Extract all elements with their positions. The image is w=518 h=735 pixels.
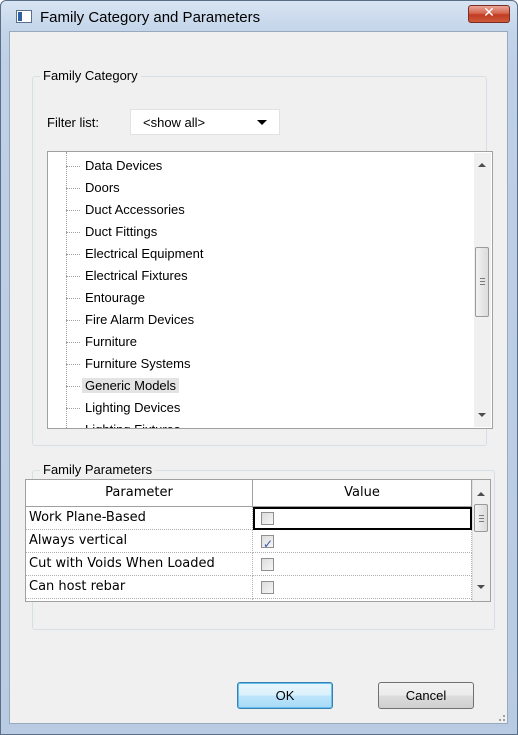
table-row: Always vertical ✓ bbox=[26, 530, 472, 553]
table-row: Cut with Voids When Loaded bbox=[26, 553, 472, 576]
parameter-name-cell: Can host rebar bbox=[26, 576, 253, 599]
parameter-checkbox[interactable]: ✓ bbox=[261, 535, 274, 551]
parameter-name-cell: Work Plane-Based bbox=[26, 507, 253, 530]
parameter-value-cell[interactable] bbox=[253, 507, 472, 530]
tree-connector bbox=[66, 188, 80, 189]
tree-connector bbox=[66, 166, 80, 167]
scroll-up-arrow-icon[interactable] bbox=[478, 163, 486, 167]
parameter-checkbox[interactable] bbox=[261, 558, 274, 571]
category-tree-scrollbar[interactable] bbox=[474, 153, 491, 427]
tree-item-label: Fire Alarm Devices bbox=[85, 312, 195, 327]
column-header-value[interactable]: Value bbox=[253, 480, 472, 507]
tree-item-label: Electrical Fixtures bbox=[85, 268, 188, 283]
tree-connector bbox=[66, 276, 80, 277]
tree-connector bbox=[66, 232, 80, 233]
ok-button[interactable]: OK bbox=[237, 682, 333, 709]
table-row: Can host rebar bbox=[26, 576, 472, 599]
close-icon: ✕ bbox=[483, 5, 495, 21]
tree-connector bbox=[66, 408, 80, 409]
column-header-parameter[interactable]: Parameter bbox=[26, 480, 253, 507]
dialog-client-area: Family Category Filter list: <show all> … bbox=[9, 31, 508, 724]
scroll-down-arrow-icon[interactable] bbox=[477, 585, 485, 589]
tree-connector bbox=[66, 320, 80, 321]
tree-item-label: Furniture bbox=[85, 334, 138, 349]
filter-list-value: <show all> bbox=[143, 115, 206, 130]
filter-list-label: Filter list: bbox=[47, 115, 99, 130]
table-row: Work Plane-Based bbox=[26, 507, 472, 530]
tree-item-label: Lighting Fixtures bbox=[82, 422, 183, 428]
family-category-group: Family Category Filter list: <show all> … bbox=[32, 68, 493, 446]
title-bar[interactable]: Family Category and Parameters ✕ bbox=[1, 1, 517, 31]
tree-connector bbox=[66, 254, 80, 255]
grip-icon bbox=[480, 277, 485, 285]
close-button[interactable]: ✕ bbox=[468, 5, 510, 23]
tree-connector-line bbox=[66, 152, 67, 428]
tree-connector bbox=[66, 342, 80, 343]
parameter-name-cell: Cut with Voids When Loaded bbox=[26, 553, 253, 576]
tree-item-label: Lighting Devices bbox=[85, 400, 181, 415]
tree-item-label: Furniture Systems bbox=[85, 356, 191, 371]
dialog-window: Family Category and Parameters ✕ Family … bbox=[0, 0, 518, 735]
tree-item-label: Doors bbox=[85, 180, 120, 195]
tree-item-label: Electrical Equipment bbox=[85, 246, 204, 261]
cancel-button[interactable]: Cancel bbox=[378, 682, 474, 709]
category-tree[interactable]: Data Devices Doors Duct Accessories Duct Fi… bbox=[47, 151, 493, 429]
window-title: Family Category and Parameters bbox=[40, 9, 261, 26]
parameters-grid[interactable]: Parameter Value Work Plane-Based Always v… bbox=[25, 479, 491, 602]
chevron-down-icon bbox=[257, 120, 267, 125]
tree-connector bbox=[66, 364, 80, 365]
parameter-value-cell[interactable]: ✓ bbox=[253, 530, 472, 553]
scrollbar-thumb[interactable] bbox=[475, 246, 489, 317]
parameter-checkbox[interactable] bbox=[261, 512, 274, 525]
tree-item-label: Data Devices bbox=[85, 158, 163, 173]
tree-item-label: Duct Accessories bbox=[85, 202, 185, 217]
parameter-checkbox[interactable] bbox=[261, 581, 274, 594]
tree-item-label: Entourage bbox=[85, 290, 145, 305]
tree-connector bbox=[66, 210, 80, 211]
scrollbar-thumb[interactable] bbox=[474, 504, 488, 532]
tree-item-label: Generic Models bbox=[82, 378, 180, 393]
tree-connector bbox=[66, 298, 80, 299]
family-category-legend: Family Category bbox=[40, 68, 141, 83]
parameter-name-cell: Part Type bbox=[26, 599, 253, 601]
scroll-down-arrow-icon[interactable] bbox=[478, 413, 486, 417]
grip-icon bbox=[479, 515, 484, 522]
tree-item-label: Duct Fittings bbox=[85, 224, 158, 239]
tree-connector bbox=[66, 386, 80, 387]
window-icon bbox=[16, 10, 32, 23]
parameter-value-cell[interactable] bbox=[253, 553, 472, 576]
resize-grip-icon[interactable] bbox=[495, 711, 505, 721]
parameter-value-cell[interactable] bbox=[253, 576, 472, 599]
scroll-up-arrow-icon[interactable] bbox=[477, 492, 485, 496]
parameter-value-cell[interactable]: Normal bbox=[253, 599, 472, 601]
checkmark-icon: ✓ bbox=[263, 537, 274, 551]
filter-list-dropdown[interactable]: <show all> bbox=[130, 109, 280, 135]
parameters-grid-scrollbar[interactable] bbox=[472, 480, 490, 601]
family-parameters-legend: Family Parameters bbox=[40, 462, 156, 477]
parameter-name-cell: Always vertical bbox=[26, 530, 253, 553]
table-row: Part TypeNormal bbox=[26, 599, 472, 601]
